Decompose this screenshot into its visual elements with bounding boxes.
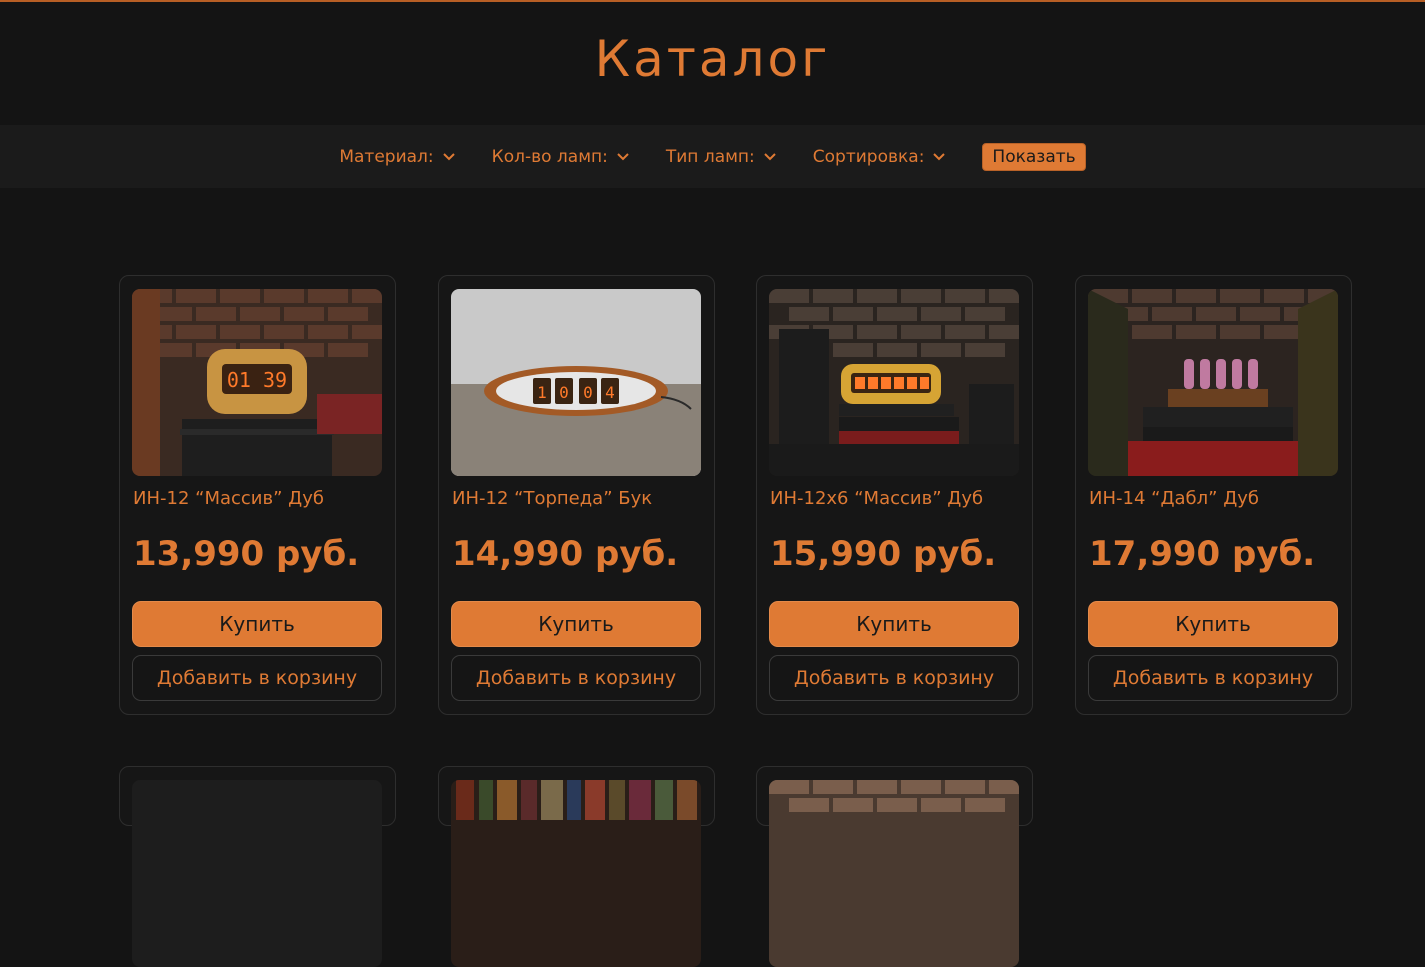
- product-image[interactable]: 1 0 0 4: [451, 289, 701, 476]
- svg-text:0: 0: [559, 383, 569, 402]
- add-to-cart-button[interactable]: Добавить в корзину: [769, 655, 1019, 701]
- filter-label: Сортировка:: [812, 146, 925, 167]
- filter-label: Тип ламп:: [665, 146, 755, 167]
- product-image[interactable]: [132, 780, 382, 967]
- add-to-cart-button[interactable]: Добавить в корзину: [132, 655, 382, 701]
- filter-label: Материал:: [339, 146, 434, 167]
- product-card: ИН-14 “Дабл” Дуб 17,990 руб. Купить Доба…: [1075, 275, 1352, 715]
- buy-button[interactable]: Купить: [451, 601, 701, 647]
- chevron-down-icon: [616, 150, 630, 164]
- product-image[interactable]: [769, 289, 1019, 476]
- filter-lamp-count[interactable]: Кол-во ламп:: [492, 147, 630, 167]
- product-card: [119, 766, 396, 967]
- svg-text:01 39: 01 39: [227, 368, 287, 392]
- product-price: 14,990 руб.: [452, 534, 679, 574]
- filter-material[interactable]: Материал:: [339, 147, 455, 167]
- filter-label: Кол-во ламп:: [491, 146, 608, 167]
- buy-button[interactable]: Купить: [132, 601, 382, 647]
- svg-text:1: 1: [537, 383, 547, 402]
- product-price: 17,990 руб.: [1089, 534, 1316, 574]
- page-title: Каталог: [594, 30, 831, 88]
- chevron-down-icon: [763, 150, 777, 164]
- product-name[interactable]: ИН-14 “Дабл” Дуб: [1089, 488, 1259, 509]
- product-card: [438, 766, 715, 967]
- product-card: 1 0 0 4 ИН-12 “Торпеда” Бук 14,990 руб. …: [438, 275, 715, 715]
- chevron-down-icon: [442, 150, 456, 164]
- svg-text:0: 0: [583, 383, 593, 402]
- filter-lamp-type[interactable]: Тип ламп:: [666, 147, 777, 167]
- chevron-down-icon: [932, 150, 946, 164]
- product-image[interactable]: 01 39: [132, 289, 382, 476]
- show-button[interactable]: Показать: [982, 142, 1086, 171]
- product-image[interactable]: [1088, 289, 1338, 476]
- product-card: ИН-12х6 “Массив” Дуб 15,990 руб. Купить …: [756, 275, 1033, 715]
- product-name[interactable]: ИН-12х6 “Массив” Дуб: [770, 488, 983, 509]
- buy-button[interactable]: Купить: [1088, 601, 1338, 647]
- product-price: 15,990 руб.: [770, 534, 997, 574]
- product-name[interactable]: ИН-12 “Массив” Дуб: [133, 488, 324, 509]
- add-to-cart-button[interactable]: Добавить в корзину: [1088, 655, 1338, 701]
- product-name[interactable]: ИН-12 “Торпеда” Бук: [452, 488, 652, 509]
- svg-text:4: 4: [605, 383, 615, 402]
- top-accent-line: [0, 0, 1425, 2]
- filter-sort[interactable]: Сортировка:: [813, 147, 947, 167]
- filter-bar: Материал: Кол-во ламп: Тип ламп: Сортиро…: [0, 125, 1425, 188]
- add-to-cart-button[interactable]: Добавить в корзину: [451, 655, 701, 701]
- buy-button[interactable]: Купить: [769, 601, 1019, 647]
- product-image[interactable]: [769, 780, 1019, 967]
- product-card: 01 39 ИН-12 “Массив” Дуб 13,990 руб. Куп…: [119, 275, 396, 715]
- product-image[interactable]: [451, 780, 701, 967]
- product-card: [756, 766, 1033, 967]
- product-price: 13,990 руб.: [133, 534, 360, 574]
